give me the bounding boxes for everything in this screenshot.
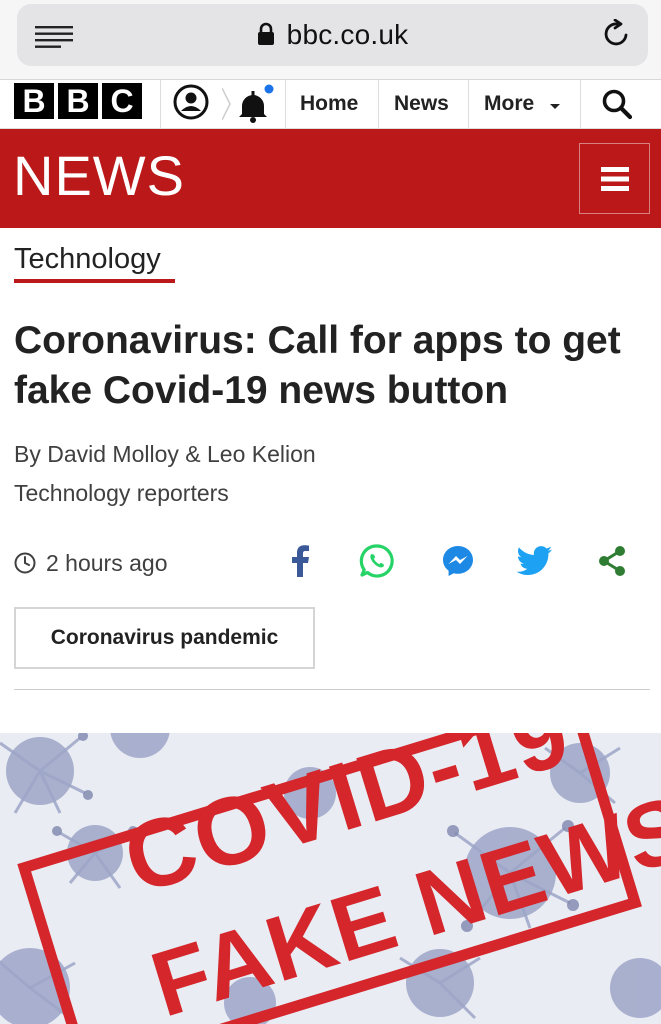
bell-icon[interactable] bbox=[222, 84, 280, 124]
divider bbox=[468, 80, 469, 128]
twitter-share-button[interactable] bbox=[515, 540, 555, 582]
chevron-down-icon bbox=[550, 104, 561, 109]
news-logo[interactable]: NEWS bbox=[13, 143, 185, 208]
hamburger-menu-icon bbox=[600, 166, 629, 191]
topic-tag[interactable]: Coronavirus pandemic bbox=[14, 607, 315, 669]
more-share-button[interactable] bbox=[592, 540, 632, 582]
separator bbox=[14, 689, 650, 690]
logo-letter: B bbox=[14, 83, 54, 119]
headline: Coronavirus: Call for apps to get fake C… bbox=[14, 319, 621, 412]
divider bbox=[285, 80, 286, 128]
section-underline bbox=[14, 279, 175, 283]
byline-role: Technology reporters bbox=[14, 480, 229, 506]
browser-toolbar: bbc.co.uk bbox=[0, 0, 661, 80]
facebook-share-button[interactable] bbox=[280, 540, 320, 582]
logo-letter: C bbox=[102, 83, 142, 119]
whatsapp-share-button[interactable] bbox=[357, 540, 397, 582]
share-icon bbox=[599, 546, 625, 576]
account-icon[interactable] bbox=[172, 83, 210, 121]
facebook-icon bbox=[292, 545, 309, 577]
divider bbox=[378, 80, 379, 128]
news-banner: NEWS bbox=[0, 129, 661, 228]
logo-letter: B bbox=[58, 83, 98, 119]
divider bbox=[580, 80, 581, 128]
address-bar[interactable]: bbc.co.uk bbox=[17, 4, 648, 66]
nav-home[interactable]: Home bbox=[300, 80, 358, 128]
whatsapp-icon bbox=[359, 544, 394, 578]
hero-image: COVID-19 FAKE NEWS bbox=[0, 733, 661, 1024]
section-link[interactable]: Technology bbox=[14, 243, 161, 276]
twitter-icon bbox=[517, 546, 552, 575]
search-icon[interactable] bbox=[600, 87, 634, 121]
lock-icon bbox=[257, 22, 274, 45]
divider bbox=[160, 80, 161, 128]
timestamp-row: 2 hours ago bbox=[14, 548, 167, 578]
messenger-share-button[interactable] bbox=[438, 540, 478, 582]
bbc-logo[interactable]: B B C bbox=[14, 83, 142, 119]
nav-more-label: More bbox=[484, 92, 535, 115]
menu-button[interactable] bbox=[579, 143, 650, 214]
clock-icon bbox=[14, 552, 36, 574]
reload-icon[interactable] bbox=[602, 19, 632, 49]
byline: By David Molloy & Leo Kelion bbox=[14, 441, 316, 467]
nav-more[interactable]: More bbox=[484, 80, 562, 128]
messenger-icon bbox=[443, 546, 473, 576]
nav-news[interactable]: News bbox=[394, 80, 449, 128]
timestamp: 2 hours ago bbox=[46, 549, 168, 576]
url-text[interactable]: bbc.co.uk bbox=[287, 19, 409, 51]
bbc-masthead: B B C Home News More bbox=[0, 80, 661, 129]
